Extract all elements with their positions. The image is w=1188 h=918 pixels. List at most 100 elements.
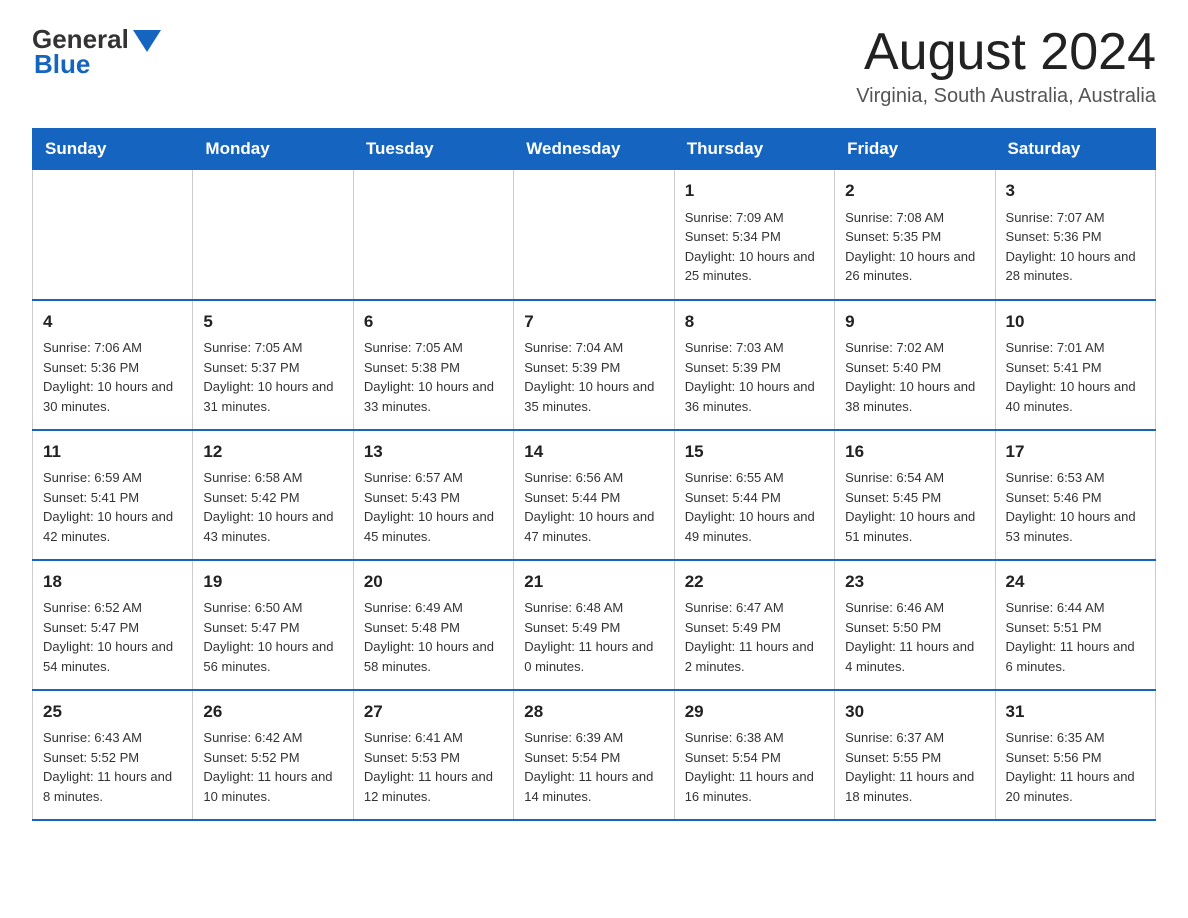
day-number: 22 [685,569,824,595]
calendar-cell: 2Sunrise: 7:08 AMSunset: 5:35 PMDaylight… [835,170,995,300]
day-info: Daylight: 11 hours and 2 minutes. [685,637,824,676]
day-info: Sunrise: 6:46 AM [845,598,984,618]
day-info: Sunrise: 7:05 AM [203,338,342,358]
day-number: 30 [845,699,984,725]
day-info: Sunset: 5:34 PM [685,227,824,247]
day-info: Sunset: 5:46 PM [1006,488,1145,508]
day-number: 27 [364,699,503,725]
day-info: Sunrise: 6:57 AM [364,468,503,488]
day-info: Sunset: 5:35 PM [845,227,984,247]
calendar-cell: 7Sunrise: 7:04 AMSunset: 5:39 PMDaylight… [514,300,674,430]
day-info: Sunset: 5:45 PM [845,488,984,508]
calendar-cell: 29Sunrise: 6:38 AMSunset: 5:54 PMDayligh… [674,690,834,820]
day-number: 11 [43,439,182,465]
day-info: Sunrise: 7:01 AM [1006,338,1145,358]
day-info: Sunset: 5:41 PM [43,488,182,508]
calendar-cell: 3Sunrise: 7:07 AMSunset: 5:36 PMDaylight… [995,170,1155,300]
day-info: Sunset: 5:56 PM [1006,748,1145,768]
day-info: Sunrise: 6:55 AM [685,468,824,488]
day-number: 15 [685,439,824,465]
day-number: 3 [1006,178,1145,204]
day-info: Sunset: 5:47 PM [203,618,342,638]
day-info: Sunset: 5:49 PM [685,618,824,638]
day-info: Daylight: 10 hours and 58 minutes. [364,637,503,676]
calendar-cell: 27Sunrise: 6:41 AMSunset: 5:53 PMDayligh… [353,690,513,820]
day-info: Sunset: 5:41 PM [1006,358,1145,378]
calendar-subtitle: Virginia, South Australia, Australia [856,85,1156,108]
weekday-header-friday: Friday [835,129,995,170]
day-info: Daylight: 11 hours and 14 minutes. [524,767,663,806]
day-info: Sunset: 5:50 PM [845,618,984,638]
calendar-cell: 28Sunrise: 6:39 AMSunset: 5:54 PMDayligh… [514,690,674,820]
day-info: Sunrise: 7:07 AM [1006,208,1145,228]
day-info: Sunrise: 6:54 AM [845,468,984,488]
day-info: Sunrise: 6:56 AM [524,468,663,488]
day-info: Sunrise: 6:37 AM [845,728,984,748]
day-info: Sunrise: 6:47 AM [685,598,824,618]
logo: General Blue [32,24,161,80]
day-info: Daylight: 11 hours and 10 minutes. [203,767,342,806]
calendar-cell: 26Sunrise: 6:42 AMSunset: 5:52 PMDayligh… [193,690,353,820]
day-number: 14 [524,439,663,465]
weekday-header-saturday: Saturday [995,129,1155,170]
day-info: Sunset: 5:42 PM [203,488,342,508]
day-info: Daylight: 10 hours and 28 minutes. [1006,247,1145,286]
day-number: 1 [685,178,824,204]
day-info: Sunset: 5:37 PM [203,358,342,378]
weekday-header-monday: Monday [193,129,353,170]
day-info: Sunset: 5:49 PM [524,618,663,638]
calendar-cell: 17Sunrise: 6:53 AMSunset: 5:46 PMDayligh… [995,430,1155,560]
day-number: 31 [1006,699,1145,725]
weekday-header-thursday: Thursday [674,129,834,170]
day-info: Sunrise: 6:44 AM [1006,598,1145,618]
day-number: 2 [845,178,984,204]
calendar-cell: 21Sunrise: 6:48 AMSunset: 5:49 PMDayligh… [514,560,674,690]
day-info: Daylight: 11 hours and 8 minutes. [43,767,182,806]
day-info: Sunset: 5:44 PM [524,488,663,508]
calendar-cell [514,170,674,300]
calendar-week-3: 11Sunrise: 6:59 AMSunset: 5:41 PMDayligh… [33,430,1156,560]
title-block: August 2024 Virginia, South Australia, A… [856,24,1156,108]
day-info: Daylight: 10 hours and 42 minutes. [43,507,182,546]
calendar-week-2: 4Sunrise: 7:06 AMSunset: 5:36 PMDaylight… [33,300,1156,430]
day-number: 5 [203,309,342,335]
calendar-cell: 12Sunrise: 6:58 AMSunset: 5:42 PMDayligh… [193,430,353,560]
day-info: Sunrise: 6:50 AM [203,598,342,618]
day-number: 29 [685,699,824,725]
calendar-cell: 14 Sunrise: 6:56 AMSunset: 5:44 PMDayligh… [514,430,674,560]
weekday-header-tuesday: Tuesday [353,129,513,170]
day-number: 12 [203,439,342,465]
day-number: 8 [685,309,824,335]
logo-triangle-icon [133,30,161,52]
logo-blue-text: Blue [34,49,90,80]
day-info: Sunrise: 7:06 AM [43,338,182,358]
day-number: 23 [845,569,984,595]
day-info: Daylight: 10 hours and 47 minutes. [524,507,663,546]
calendar-cell: 4Sunrise: 7:06 AMSunset: 5:36 PMDaylight… [33,300,193,430]
day-number: 16 [845,439,984,465]
day-number: 10 [1006,309,1145,335]
calendar-cell: 8Sunrise: 7:03 AMSunset: 5:39 PMDaylight… [674,300,834,430]
day-number: 24 [1006,569,1145,595]
day-number: 17 [1006,439,1145,465]
calendar-cell: 31Sunrise: 6:35 AMSunset: 5:56 PMDayligh… [995,690,1155,820]
day-info: Daylight: 10 hours and 56 minutes. [203,637,342,676]
day-info: Sunrise: 6:53 AM [1006,468,1145,488]
day-info: Sunset: 5:52 PM [203,748,342,768]
day-info: Sunrise: 7:04 AM [524,338,663,358]
calendar-week-5: 25Sunrise: 6:43 AMSunset: 5:52 PMDayligh… [33,690,1156,820]
day-info: Sunset: 5:53 PM [364,748,503,768]
calendar-cell: 19Sunrise: 6:50 AMSunset: 5:47 PMDayligh… [193,560,353,690]
day-info: Daylight: 10 hours and 38 minutes. [845,377,984,416]
calendar-cell: 23Sunrise: 6:46 AMSunset: 5:50 PMDayligh… [835,560,995,690]
calendar-cell: 9Sunrise: 7:02 AMSunset: 5:40 PMDaylight… [835,300,995,430]
calendar-title: August 2024 [856,24,1156,81]
day-info: Daylight: 11 hours and 6 minutes. [1006,637,1145,676]
day-info: Sunset: 5:43 PM [364,488,503,508]
day-info: Sunset: 5:38 PM [364,358,503,378]
day-number: 18 [43,569,182,595]
day-info: Daylight: 10 hours and 45 minutes. [364,507,503,546]
calendar-cell: 13Sunrise: 6:57 AMSunset: 5:43 PMDayligh… [353,430,513,560]
day-info: Daylight: 10 hours and 36 minutes. [685,377,824,416]
day-info: Daylight: 11 hours and 12 minutes. [364,767,503,806]
